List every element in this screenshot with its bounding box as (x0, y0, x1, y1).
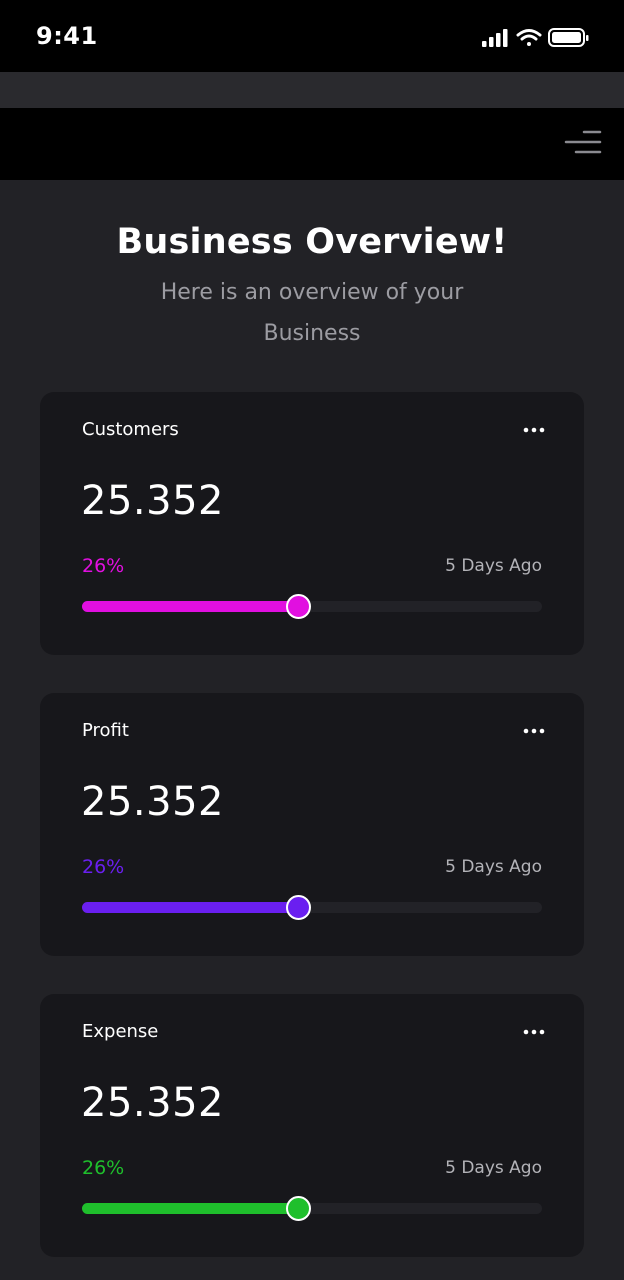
progress-fill (82, 902, 299, 913)
page-subtitle: Here is an overview of your Business (160, 280, 464, 346)
card-value: 25.352 (81, 1080, 224, 1126)
wifi-icon (516, 29, 542, 46)
more-options-icon[interactable] (522, 721, 546, 741)
card-value: 25.352 (81, 779, 224, 825)
status-time: 9:41 (36, 22, 98, 50)
more-options-icon[interactable] (522, 1022, 546, 1042)
slider-handle[interactable] (286, 594, 312, 619)
stat-card-profit: Profit 25.352 26% 5 Days Ago (40, 693, 584, 956)
card-title: Expense (82, 1021, 159, 1042)
status-icons (482, 26, 592, 50)
battery-icon (548, 28, 589, 47)
progress-slider[interactable] (82, 594, 542, 619)
stat-card-expense: Expense 25.352 26% 5 Days Ago (40, 994, 584, 1257)
slider-handle[interactable] (286, 895, 312, 920)
card-title: Customers (82, 419, 179, 440)
stat-card-customers: Customers 25.352 26% 5 Days Ago (40, 392, 584, 655)
card-percent: 26% (82, 1157, 125, 1179)
cellular-signal-icon (482, 29, 508, 47)
page-title: Business Overview! (116, 222, 508, 262)
card-value: 25.352 (81, 478, 224, 524)
card-percent: 26% (82, 856, 125, 878)
top-nav (0, 108, 624, 180)
slider-handle[interactable] (286, 1196, 312, 1221)
menu-icon[interactable] (562, 128, 602, 160)
card-timestamp: 5 Days Ago (445, 857, 542, 877)
hero: Business Overview! Here is an overview o… (0, 222, 624, 354)
progress-slider[interactable] (82, 895, 542, 920)
card-percent: 26% (82, 555, 125, 577)
card-timestamp: 5 Days Ago (445, 556, 542, 576)
card-timestamp: 5 Days Ago (445, 1158, 542, 1178)
status-bar: 9:41 (0, 0, 624, 72)
more-options-icon[interactable] (522, 420, 546, 440)
progress-slider[interactable] (82, 1196, 542, 1221)
header-spacer (0, 72, 624, 108)
card-title: Profit (82, 720, 129, 741)
progress-fill (82, 601, 299, 612)
progress-fill (82, 1203, 299, 1214)
